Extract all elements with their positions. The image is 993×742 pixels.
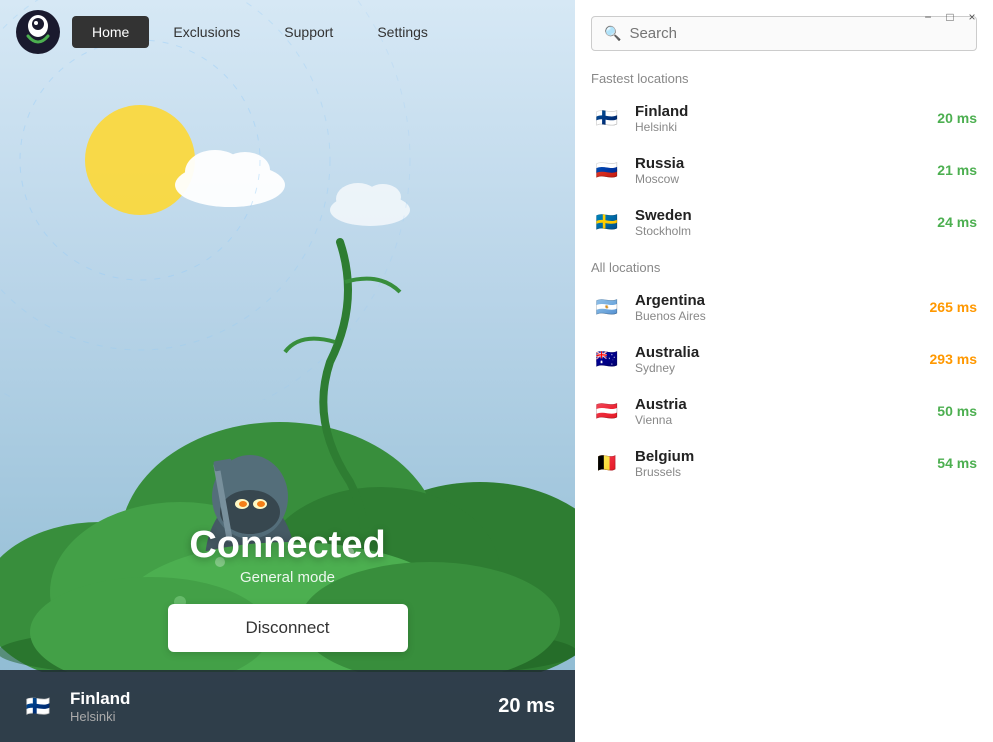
location-country: Belgium <box>635 448 925 465</box>
location-item[interactable]: 🇷🇺 Russia Moscow 21 ms <box>583 144 985 196</box>
location-city: Sydney <box>635 361 918 375</box>
location-item[interactable]: 🇫🇮 Finland Helsinki 20 ms <box>583 92 985 144</box>
window-chrome: − □ × <box>907 0 993 34</box>
location-item[interactable]: 🇸🇪 Sweden Stockholm 24 ms <box>583 196 985 248</box>
search-icon: 🔍 <box>604 25 621 42</box>
bottom-connection-bar: 🇫🇮 Finland Helsinki 20 ms <box>0 670 575 742</box>
location-latency: 24 ms <box>937 214 977 230</box>
flag-icon: 🇫🇮 <box>591 102 623 134</box>
left-panel: Home Exclusions Support Settings <box>0 0 575 742</box>
bottom-latency: 20 ms <box>498 695 555 718</box>
flag-icon: 🇦🇷 <box>591 291 623 323</box>
location-item[interactable]: 🇦🇹 Austria Vienna 50 ms <box>583 385 985 437</box>
location-country: Finland <box>635 103 925 120</box>
bottom-flag-icon: 🇫🇮 <box>20 688 56 724</box>
fastest-locations-label: Fastest locations <box>583 59 985 92</box>
location-item[interactable]: 🇦🇺 Australia Sydney 293 ms <box>583 333 985 385</box>
connection-mode: General mode <box>168 569 408 586</box>
location-latency: 265 ms <box>930 299 977 315</box>
location-latency: 54 ms <box>937 455 977 471</box>
location-country: Russia <box>635 155 925 172</box>
status-overlay: Connected General mode Disconnect <box>168 524 408 652</box>
location-city: Moscow <box>635 172 925 186</box>
location-latency: 293 ms <box>930 351 977 367</box>
location-list: Fastest locations 🇫🇮 Finland Helsinki 20… <box>575 59 993 742</box>
location-city: Vienna <box>635 413 925 427</box>
location-latency: 21 ms <box>937 162 977 178</box>
all-locations-list: 🇦🇷 Argentina Buenos Aires 265 ms 🇦🇺 Aust… <box>583 281 985 489</box>
location-latency: 20 ms <box>937 110 977 126</box>
location-info: Belgium Brussels <box>635 448 925 479</box>
flag-icon: 🇸🇪 <box>591 206 623 238</box>
location-city: Stockholm <box>635 224 925 238</box>
connection-status: Connected <box>168 524 408 567</box>
disconnect-button[interactable]: Disconnect <box>168 604 408 652</box>
nav-home[interactable]: Home <box>72 16 149 48</box>
nav-support[interactable]: Support <box>264 16 353 48</box>
location-city: Helsinki <box>635 120 925 134</box>
location-info: Austria Vienna <box>635 396 925 427</box>
location-info: Australia Sydney <box>635 344 918 375</box>
location-city: Buenos Aires <box>635 309 918 323</box>
location-city: Brussels <box>635 465 925 479</box>
location-country: Sweden <box>635 207 925 224</box>
bottom-location-info: Finland Helsinki <box>70 689 498 724</box>
bottom-city: Helsinki <box>70 709 498 724</box>
flag-icon: 🇦🇺 <box>591 343 623 375</box>
close-button[interactable]: × <box>963 8 981 26</box>
flag-icon: 🇧🇪 <box>591 447 623 479</box>
minimize-button[interactable]: − <box>919 8 937 26</box>
app-logo <box>16 10 60 54</box>
nav-exclusions[interactable]: Exclusions <box>153 16 260 48</box>
flag-icon: 🇦🇹 <box>591 395 623 427</box>
location-latency: 50 ms <box>937 403 977 419</box>
all-locations-label: All locations <box>583 248 985 281</box>
location-item[interactable]: 🇧🇪 Belgium Brussels 54 ms <box>583 437 985 489</box>
right-panel: 🔍 Fastest locations 🇫🇮 Finland Helsinki … <box>575 0 993 742</box>
bottom-country: Finland <box>70 689 498 709</box>
flag-icon: 🇷🇺 <box>591 154 623 186</box>
location-country: Argentina <box>635 292 918 309</box>
location-country: Australia <box>635 344 918 361</box>
location-country: Austria <box>635 396 925 413</box>
location-info: Argentina Buenos Aires <box>635 292 918 323</box>
maximize-button[interactable]: □ <box>941 8 959 26</box>
location-info: Sweden Stockholm <box>635 207 925 238</box>
nav-bar: Home Exclusions Support Settings <box>0 0 575 64</box>
location-info: Russia Moscow <box>635 155 925 186</box>
location-item[interactable]: 🇦🇷 Argentina Buenos Aires 265 ms <box>583 281 985 333</box>
nav-settings[interactable]: Settings <box>357 16 448 48</box>
location-info: Finland Helsinki <box>635 103 925 134</box>
fastest-locations-list: 🇫🇮 Finland Helsinki 20 ms 🇷🇺 Russia Mosc… <box>583 92 985 248</box>
